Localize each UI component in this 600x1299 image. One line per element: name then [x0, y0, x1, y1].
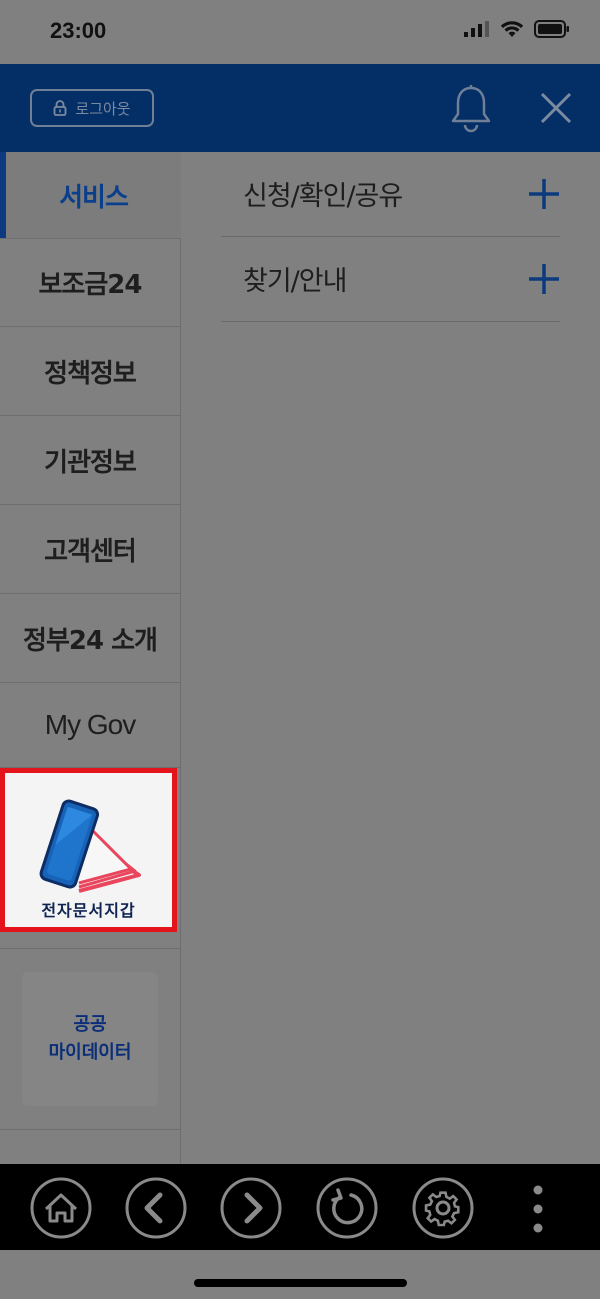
status-icons — [464, 20, 570, 38]
e-document-wallet-icon — [39, 799, 141, 893]
close-icon[interactable] — [538, 90, 574, 126]
sidebar-item-agency-info[interactable]: 기관정보 — [0, 416, 180, 505]
menu-header: 로그아웃 — [0, 64, 600, 152]
public-mydata-line1: 공공 — [73, 1014, 107, 1035]
submenu-label: 신청/확인/공유 — [243, 181, 403, 212]
forward-icon[interactable] — [220, 1177, 282, 1239]
submenu-panel: 신청/확인/공유 찾기/안내 — [181, 152, 600, 1164]
e-document-wallet-button[interactable]: 전자문서지갑 — [0, 768, 177, 932]
public-mydata-line2: 마이데이터 — [48, 1042, 132, 1063]
plus-icon[interactable] — [528, 178, 560, 210]
status-bar: 23:00 — [0, 0, 600, 64]
submenu-label: 찾기/안내 — [243, 266, 347, 297]
sidebar-item-gov24-intro[interactable]: 정부24 소개 — [0, 594, 180, 683]
browser-toolbar — [0, 1164, 600, 1250]
back-icon[interactable] — [125, 1177, 187, 1239]
sidebar-item-label: My Gov — [44, 709, 136, 740]
sidebar-item-customer-center[interactable]: 고객센터 — [0, 505, 180, 594]
sidebar-item-label: 고객센터 — [44, 536, 137, 567]
sidebar-item-service[interactable]: 서비스 — [0, 152, 181, 238]
more-icon[interactable] — [528, 1184, 548, 1234]
e-document-wallet-label: 전자문서지갑 — [41, 901, 136, 920]
sidebar-item-label: 보조금24 — [38, 270, 143, 300]
submenu-row-apply-check-share[interactable]: 신청/확인/공유 — [221, 152, 560, 237]
divider — [0, 948, 180, 949]
refresh-icon[interactable] — [316, 1177, 378, 1239]
status-time: 23:00 — [50, 18, 107, 43]
lock-icon — [53, 100, 67, 116]
settings-icon[interactable] — [412, 1177, 474, 1239]
sidebar-item-label: 기관정보 — [44, 447, 137, 478]
home-icon[interactable] — [30, 1177, 92, 1239]
sidebar-item-policy-info[interactable]: 정책정보 — [0, 327, 180, 416]
public-mydata-button[interactable]: 공공 마이데이터 — [22, 972, 158, 1106]
battery-icon — [534, 20, 569, 38]
logout-label: 로그아웃 — [75, 99, 131, 118]
plus-icon[interactable] — [528, 263, 560, 295]
sidebar-item-mygov[interactable]: My Gov — [0, 683, 180, 768]
sidebar-item-subsidy24[interactable]: 보조금24 — [0, 238, 180, 327]
sidebar-item-label: 서비스 — [59, 182, 129, 213]
sidebar-item-label: 정부24 소개 — [23, 625, 158, 656]
sidebar: 서비스 보조금24 정책정보 기관정보 고객센터 정부24 소개 My Gov … — [0, 152, 181, 1164]
wifi-icon — [500, 21, 524, 37]
home-bar-area — [0, 1250, 600, 1299]
divider — [0, 1129, 180, 1130]
submenu-row-find-guide[interactable]: 찾기/안내 — [221, 237, 560, 322]
home-indicator[interactable] — [194, 1279, 407, 1287]
sidebar-item-label: 정책정보 — [44, 358, 137, 389]
logout-button[interactable]: 로그아웃 — [30, 89, 154, 127]
signal-icon — [464, 21, 489, 37]
bell-icon[interactable] — [448, 84, 494, 134]
